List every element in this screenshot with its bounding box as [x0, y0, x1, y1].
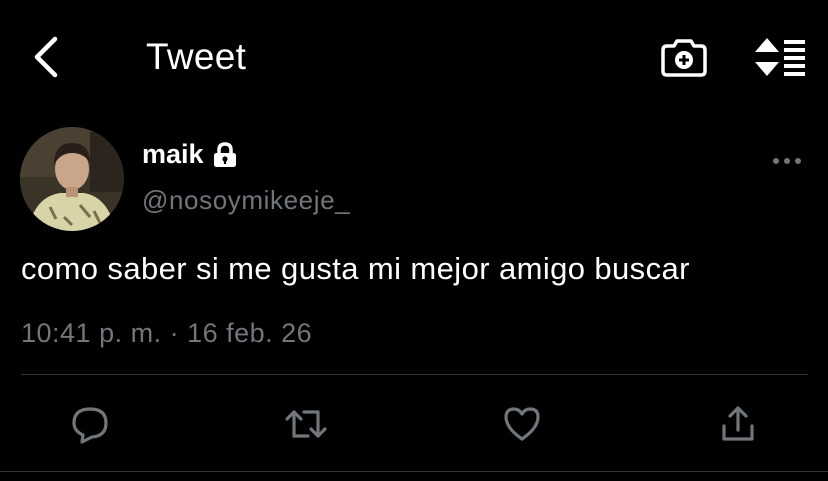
lock-icon — [212, 141, 238, 168]
chevron-left-icon — [34, 36, 58, 78]
share-icon — [722, 406, 754, 441]
top-nav-bar: Tweet — [0, 0, 828, 112]
page-title: Tweet — [146, 36, 247, 77]
camera-button[interactable] — [660, 36, 708, 78]
display-name-text: maik — [142, 139, 204, 169]
tweet-detail-screen: Tweet maik @nosoymikeeje_ como saber si … — [0, 0, 828, 481]
share-button[interactable] — [716, 402, 760, 446]
tweet-text: como saber si me gusta mi mejor amigo bu… — [21, 251, 690, 286]
retweet-icon — [285, 410, 327, 438]
retweet-button[interactable] — [284, 402, 328, 446]
reply-button[interactable] — [68, 402, 112, 446]
more-options-button[interactable] — [768, 146, 806, 176]
display-name[interactable]: maik — [142, 139, 238, 170]
tweet-timestamp: 10:41 p. m. · 16 feb. 26 — [21, 318, 313, 348]
divider — [0, 471, 828, 472]
heart-icon — [504, 407, 540, 441]
reply-icon — [72, 407, 108, 444]
more-horizontal-icon — [773, 158, 801, 164]
profile-photo — [20, 127, 124, 231]
sort-button[interactable] — [753, 36, 807, 78]
user-handle[interactable]: @nosoymikeeje_ — [142, 185, 350, 216]
camera-add-icon — [661, 39, 707, 77]
divider — [21, 374, 808, 375]
avatar[interactable] — [20, 127, 124, 231]
like-button[interactable] — [500, 402, 544, 446]
sort-list-icon — [755, 38, 805, 76]
back-button[interactable] — [26, 34, 66, 80]
